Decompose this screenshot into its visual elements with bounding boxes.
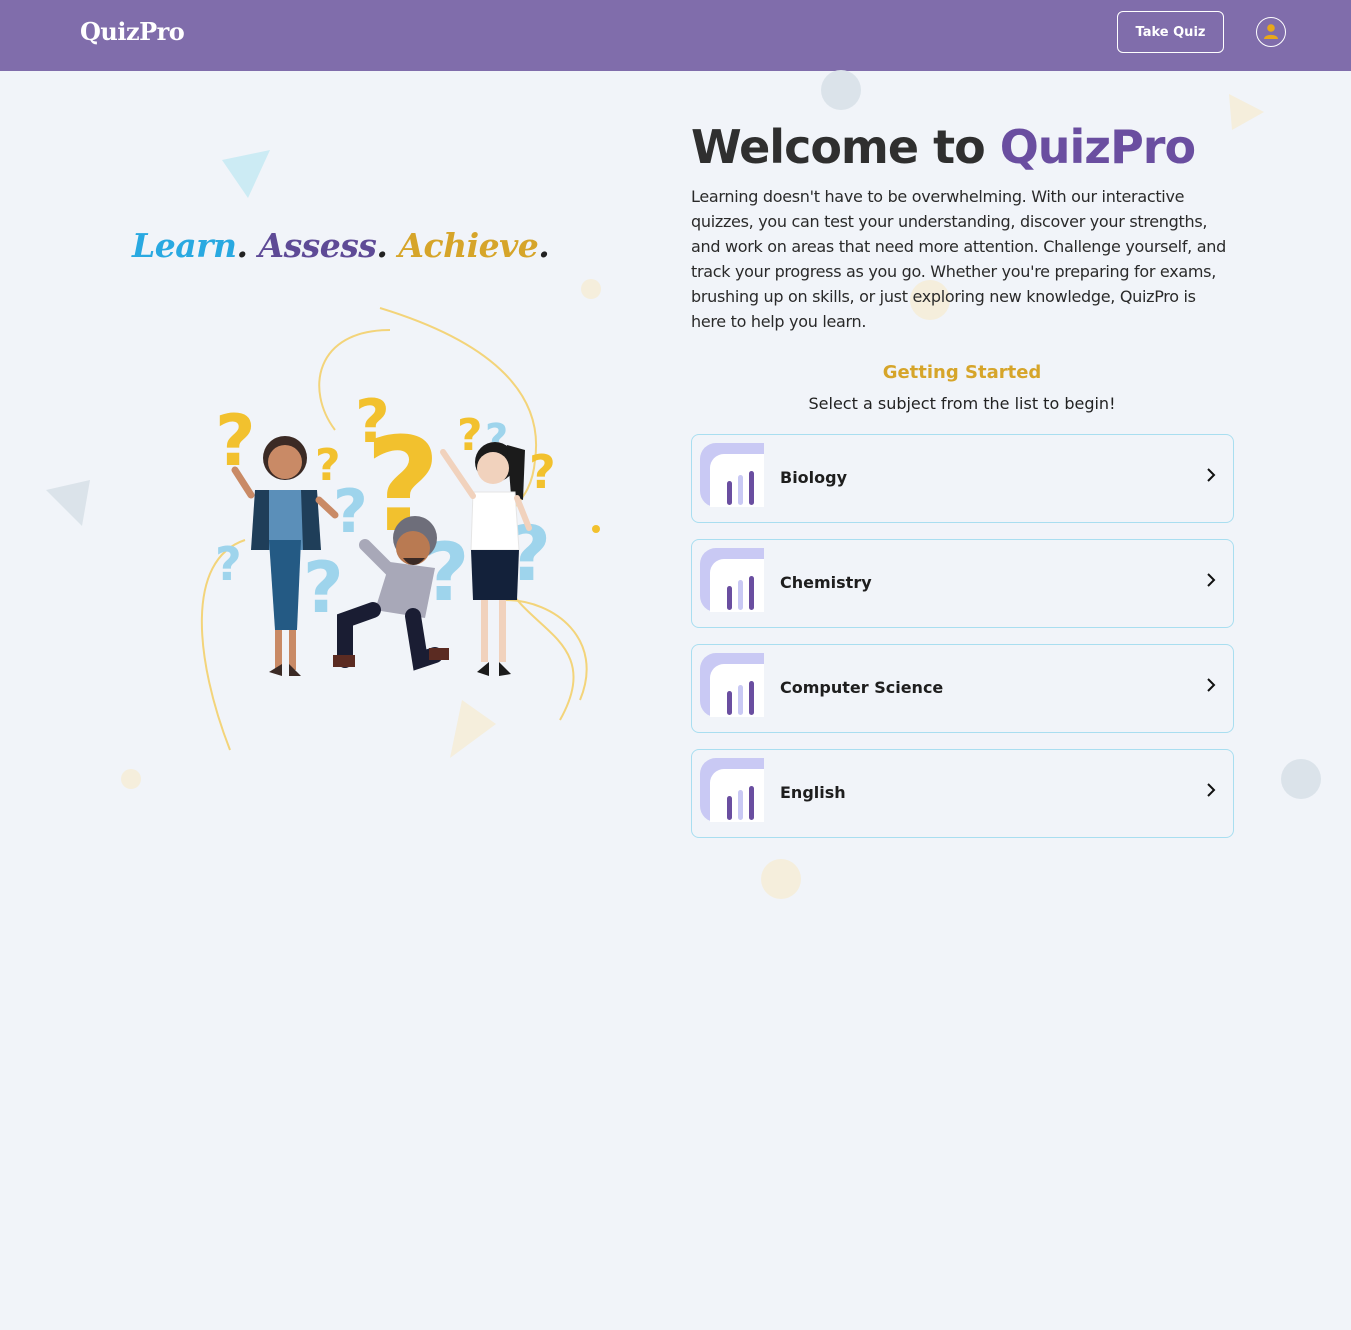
tagline: Learn. Assess. Achieve. [132,226,550,265]
subject-label: Computer Science [780,678,944,697]
subject-label: Biology [780,468,848,487]
decor-circle-cream [121,769,141,789]
bar-chart-icon [700,443,764,507]
decor-triangle-cream [1229,94,1264,130]
svg-text:?: ? [333,477,368,547]
intro-paragraph: Learning doesn't have to be overwhelming… [691,187,1226,331]
decor-triangle-grey [46,480,90,526]
subject-card-english[interactable]: English [691,749,1234,838]
subject-label: English [780,783,846,802]
profile-button[interactable] [1256,17,1286,47]
decor-triangle-blue [222,150,270,198]
bar-chart-icon [700,653,764,717]
chevron-right-icon [1207,678,1216,692]
subject-card-computer-science[interactable]: Computer Science [691,644,1234,733]
svg-text:?: ? [529,445,556,499]
getting-started-subtitle: Select a subject from the list to begin! [808,394,1116,413]
subject-card-chemistry[interactable]: Chemistry [691,539,1234,628]
chevron-right-icon [1207,468,1216,482]
decor-circle-grey [1281,759,1321,799]
page-title: Welcome to QuizPro [691,120,1196,174]
subject-list: Biology Chemistry Computer Science Engli… [691,434,1234,854]
bar-chart-icon [700,548,764,612]
top-navbar: QuizPro Take Quiz [0,0,1351,71]
svg-text:?: ? [215,537,242,591]
brand-logo[interactable]: QuizPro [80,17,185,46]
tagline-achieve: Achieve [398,226,539,265]
people-with-question-marks-illustration: ? ? ? ? ? ? ? ? ? ? ? ? [200,307,600,751]
subject-label: Chemistry [780,573,872,592]
tagline-assess: Assess [258,226,377,265]
subject-card-biology[interactable]: Biology [691,434,1234,523]
getting-started-heading: Getting Started [882,362,1042,383]
decor-circle-cream [761,859,801,899]
chevron-right-icon [1207,573,1216,587]
tagline-learn: Learn [132,226,237,265]
user-icon [1264,24,1278,39]
title-brand: QuizPro [999,120,1196,174]
decor-circle-cream [581,279,601,299]
take-quiz-button[interactable]: Take Quiz [1117,11,1224,53]
bar-chart-icon [700,758,764,822]
chevron-right-icon [1207,783,1216,797]
decor-circle-grey [821,70,861,110]
